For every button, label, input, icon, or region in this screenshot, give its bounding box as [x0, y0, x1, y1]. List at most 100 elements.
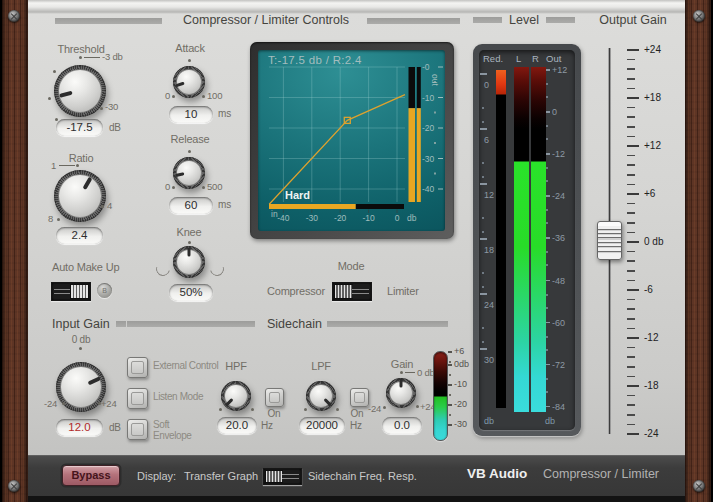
- svg-text:-20: -20: [334, 213, 347, 223]
- lpf-knob[interactable]: [306, 381, 336, 411]
- red-scale-label: 24: [484, 300, 494, 310]
- sc-gain-value[interactable]: 0.0: [382, 417, 422, 434]
- soft-envelope-checkbox[interactable]: [127, 419, 148, 440]
- attack-max-label: 100: [207, 90, 222, 101]
- plugin-window: Compressor / Limiter Controls Level Outp…: [0, 0, 713, 502]
- output-gain-scale-label: +18: [644, 92, 661, 103]
- knee-knob[interactable]: [173, 246, 205, 278]
- out-scale-dot: [546, 391, 548, 393]
- wood-rail-right: [685, 0, 711, 502]
- red-scale-label: 12: [484, 190, 494, 200]
- screw-icon: [8, 10, 20, 22]
- sc-meter-tick: [448, 404, 452, 406]
- ratio-4-label: 4: [107, 200, 112, 211]
- sc-meter-tick: [448, 364, 452, 366]
- out-scale-dot: [546, 209, 548, 211]
- display-switch[interactable]: [263, 468, 302, 485]
- output-gain-major-tick: [627, 241, 639, 243]
- transfer-graph-frame: T:-17.5 db / R:2.4 Hard in-40-30-20-100d…: [250, 42, 454, 239]
- output-gain-minor-tick: [627, 107, 635, 109]
- threshold-value[interactable]: -17.5: [56, 119, 103, 136]
- hpf-value[interactable]: 20.0: [217, 417, 257, 434]
- external-control-checkbox[interactable]: [127, 357, 148, 378]
- output-gain-minor-tick: [627, 78, 635, 80]
- svg-text:db: db: [407, 213, 417, 223]
- sc-meter-dot: [449, 394, 451, 396]
- out-scale-dot: [546, 180, 548, 182]
- db-label: db: [545, 416, 555, 426]
- output-gain-minor-tick: [627, 88, 635, 90]
- red-scale-dot: [482, 327, 484, 329]
- sc-meter-dot: [449, 414, 451, 416]
- ratio-value[interactable]: 2.4: [56, 227, 103, 244]
- listen-mode-checkbox[interactable]: [127, 388, 148, 409]
- threshold-knob[interactable]: [54, 65, 106, 117]
- output-gain-fader[interactable]: [597, 221, 622, 260]
- output-gain-minor-tick: [627, 212, 635, 214]
- product-name: Compressor / Limiter: [543, 467, 659, 481]
- svg-text:-10: -10: [362, 213, 375, 223]
- out-scale-dot: [546, 264, 548, 266]
- switch-handle: [265, 470, 283, 483]
- red-scale-tick: [480, 183, 487, 185]
- auto-make-up-switch[interactable]: [51, 282, 91, 301]
- auto-make-up-label: Auto Make Up: [52, 261, 119, 273]
- lpf-on-button[interactable]: [350, 388, 369, 407]
- sc-meter-scale-label: -30: [454, 419, 467, 429]
- svg-text:-10: -10: [422, 93, 435, 103]
- sc-meter-tick: [448, 351, 452, 353]
- ratio-knob[interactable]: [54, 170, 106, 222]
- knee-value[interactable]: 50%: [169, 284, 213, 301]
- red-scale-label: 6: [484, 135, 489, 145]
- sc-gain-knob[interactable]: [386, 378, 416, 408]
- level-meter-panel: Red.LROut0612182430+120-12-24-36-48-60-7…: [473, 44, 581, 436]
- out-scale-dot: [546, 138, 548, 140]
- meter-header: Red.: [483, 53, 503, 64]
- sc-gain-label: Gain: [391, 358, 413, 370]
- lpf-label: LPF: [311, 360, 331, 372]
- output-gain-minor-tick: [627, 222, 635, 224]
- output-gain-scale-label: +24: [644, 44, 661, 55]
- attack-knob[interactable]: [173, 66, 205, 98]
- threshold-max-label: -3 db: [102, 51, 123, 62]
- output-gain-minor-tick: [627, 203, 635, 205]
- red-scale-dot: [482, 341, 484, 343]
- controls-section-title: Compressor / Limiter Controls: [183, 13, 349, 27]
- output-gain-minor-tick: [627, 260, 635, 262]
- output-gain-minor-tick: [627, 251, 635, 253]
- out-scale-label: -84: [552, 402, 565, 412]
- bypass-button[interactable]: Bypass: [62, 465, 120, 486]
- svg-text:-40: -40: [277, 213, 290, 223]
- input-gain-value[interactable]: 12.0: [56, 419, 103, 436]
- output-gain-major-tick: [627, 193, 639, 195]
- out-scale-dot: [546, 378, 548, 380]
- attack-value[interactable]: 10: [169, 106, 213, 123]
- threshold-label: Threshold: [57, 43, 104, 55]
- svg-text:-40: -40: [422, 184, 435, 194]
- hpf-knob[interactable]: [221, 381, 251, 411]
- svg-text:-20: -20: [422, 123, 435, 133]
- out-scale-label: -24: [552, 191, 565, 201]
- red-scale-dot: [482, 231, 484, 233]
- lpf-value[interactable]: 20000: [299, 417, 345, 434]
- out-scale-label: +12: [552, 65, 567, 75]
- auto-make-up-aux-button[interactable]: B: [97, 283, 112, 298]
- output-gain-minor-tick: [627, 395, 635, 397]
- out-scale-label: -72: [552, 360, 565, 370]
- bottom-strip: [28, 496, 685, 502]
- release-value[interactable]: 60: [169, 197, 213, 214]
- screw-icon: [693, 480, 705, 492]
- mode-switch[interactable]: [332, 282, 372, 301]
- output-gain-major-tick: [627, 385, 639, 387]
- release-knob[interactable]: [173, 157, 205, 189]
- release-unit: ms: [218, 199, 231, 210]
- soft-envelope-label: Soft Envelope: [153, 419, 205, 441]
- output-gain-scale-label: -12: [644, 332, 658, 343]
- main-panel: Compressor / Limiter Controls Level Outp…: [28, 0, 685, 502]
- meter-header: L: [516, 53, 521, 64]
- red-scale-dot: [482, 107, 484, 109]
- output-gain-minor-tick: [627, 404, 635, 406]
- out-scale-dot: [546, 336, 548, 338]
- hpf-on-button[interactable]: [265, 388, 284, 407]
- sc-meter-scale-label: +6: [454, 346, 464, 356]
